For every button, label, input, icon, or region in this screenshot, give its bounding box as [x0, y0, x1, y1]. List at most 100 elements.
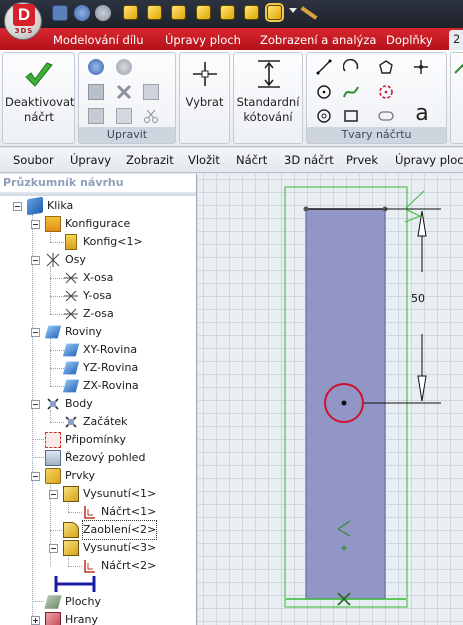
- menu-sketch[interactable]: Náčrt: [236, 153, 267, 167]
- deactivate-sketch-button[interactable]: Deaktivovat náčrt: [5, 95, 75, 125]
- arc-icon[interactable]: [343, 59, 359, 75]
- scissors-icon[interactable]: [143, 108, 159, 124]
- menu-3d-sketch[interactable]: 3D náčrt: [284, 153, 334, 167]
- standard-dimension-button[interactable]: Standardní kótování: [234, 95, 302, 125]
- tree-connector: [50, 266, 51, 314]
- point-icon[interactable]: [413, 59, 429, 75]
- origin-icon: [65, 416, 77, 428]
- tree-item-label: Začátek: [83, 415, 128, 428]
- slot-icon[interactable]: [378, 108, 394, 124]
- trim-icon[interactable]: [453, 59, 463, 75]
- tree-item-label: Konfigurace: [65, 217, 131, 230]
- tree-connector: [50, 278, 64, 279]
- circle-icon[interactable]: [316, 84, 332, 100]
- collapse-toggle[interactable]: [31, 328, 40, 337]
- comment-icon: [45, 432, 61, 448]
- cube-view-icon[interactable]: [147, 5, 162, 20]
- axis-icon: [64, 308, 78, 320]
- undo-icon[interactable]: [88, 59, 104, 75]
- tree-item-label: ZX-Rovina: [83, 379, 139, 392]
- copy-icon[interactable]: [88, 84, 104, 100]
- center-circle-icon[interactable]: [316, 108, 332, 124]
- app-logo[interactable]: D 3DS: [4, 2, 42, 40]
- edit-group: Upravit: [78, 52, 176, 144]
- menu-view[interactable]: Zobrazit: [126, 153, 174, 167]
- tree-connector: [50, 350, 64, 351]
- tree-item-label: Konfig<1>: [83, 235, 143, 248]
- cube-view-active-icon[interactable]: [267, 5, 282, 20]
- point-icon: [47, 398, 59, 410]
- surface-icon: [44, 595, 62, 609]
- ribbon-tab-bar: Modelování dílu Úpravy ploch Zobrazení a…: [0, 28, 463, 50]
- rollback-marker-icon[interactable]: [52, 574, 98, 594]
- cube-view-icon[interactable]: [123, 5, 138, 20]
- collapse-toggle[interactable]: [31, 472, 40, 481]
- dimension-group: Standardní kótování: [233, 52, 303, 144]
- sketch-canvas[interactable]: 50: [198, 174, 463, 625]
- paste-icon[interactable]: [143, 84, 159, 100]
- expand-toggle[interactable]: [31, 616, 40, 625]
- line-icon[interactable]: [316, 59, 332, 75]
- clipboard-icon[interactable]: [88, 108, 104, 124]
- ellipse-icon[interactable]: [378, 84, 394, 100]
- tree-item-label: Hrany: [65, 613, 99, 625]
- section-view-icon: [45, 450, 61, 466]
- tree-item-label: Prvky: [65, 469, 95, 482]
- tree-item-label: Y-osa: [83, 289, 112, 302]
- tree-connector: [50, 296, 64, 297]
- collapse-toggle[interactable]: [31, 256, 40, 265]
- extrude-icon: [63, 540, 79, 556]
- cube-view-icon[interactable]: [196, 5, 211, 20]
- menu-file[interactable]: Soubor: [13, 153, 54, 167]
- tree-connector: [68, 512, 82, 513]
- tree-item-label: Z-osa: [83, 307, 114, 320]
- collapse-toggle[interactable]: [49, 490, 58, 499]
- menu-edit[interactable]: Úpravy: [70, 153, 111, 167]
- select-button[interactable]: Vybrat: [180, 95, 229, 110]
- crosshair-icon: [193, 62, 217, 86]
- tree-connector: [32, 214, 33, 618]
- collapse-toggle[interactable]: [49, 544, 58, 553]
- collapse-toggle[interactable]: [31, 220, 40, 229]
- circle-center-point[interactable]: [341, 400, 347, 406]
- spline-icon[interactable]: [343, 84, 359, 100]
- delete-icon[interactable]: [116, 84, 132, 100]
- cube-view-icon[interactable]: [171, 5, 186, 20]
- plane-icon: [44, 325, 62, 339]
- redo-icon[interactable]: [95, 5, 111, 21]
- pencil-icon[interactable]: [300, 6, 318, 20]
- tree-item-label: X-osa: [83, 271, 114, 284]
- dimension-value-label[interactable]: 50: [411, 292, 425, 305]
- cube-view-icon[interactable]: [244, 5, 259, 20]
- save-icon[interactable]: [52, 5, 68, 21]
- tree-connector: [50, 338, 51, 386]
- rectangle-icon[interactable]: [343, 108, 359, 124]
- collapse-toggle[interactable]: [31, 400, 40, 409]
- menu-insert[interactable]: Vložit: [188, 153, 220, 167]
- design-explorer-title: Průzkumník návrhu: [3, 176, 124, 189]
- sketch-vertex[interactable]: [303, 206, 309, 212]
- config-icon: [65, 234, 77, 250]
- tree-item-label: Body: [65, 397, 93, 410]
- tree-item-label: Osy: [65, 253, 86, 266]
- menu-surface-edit[interactable]: Úpravy ploch: [395, 153, 463, 167]
- undo-icon[interactable]: [74, 5, 90, 21]
- tab-part-modeling[interactable]: Modelování dílu: [53, 31, 144, 49]
- polygon-icon[interactable]: [378, 59, 394, 75]
- tree-item-label: Vysunutí<3>: [83, 541, 157, 554]
- tab-sketch[interactable]: 2: [449, 30, 463, 50]
- text-tool-button[interactable]: a: [409, 102, 435, 126]
- tab-view-analysis[interactable]: Zobrazení a analýza: [260, 31, 376, 49]
- redo-icon[interactable]: [116, 59, 132, 75]
- tree-connector: [68, 566, 82, 567]
- axis-icon: [64, 290, 78, 302]
- features-icon: [45, 468, 61, 484]
- tab-surface-edit[interactable]: Úpravy ploch: [165, 31, 241, 49]
- cube-view-icon[interactable]: [220, 5, 235, 20]
- menu-feature[interactable]: Prvek: [346, 153, 378, 167]
- tab-addons[interactable]: Doplňky: [386, 31, 433, 49]
- dropdown-arrow-icon[interactable]: [289, 8, 297, 13]
- tree-item-label: Náčrt<1>: [101, 505, 157, 518]
- duplicate-icon[interactable]: [116, 108, 132, 124]
- collapse-toggle[interactable]: [13, 202, 22, 211]
